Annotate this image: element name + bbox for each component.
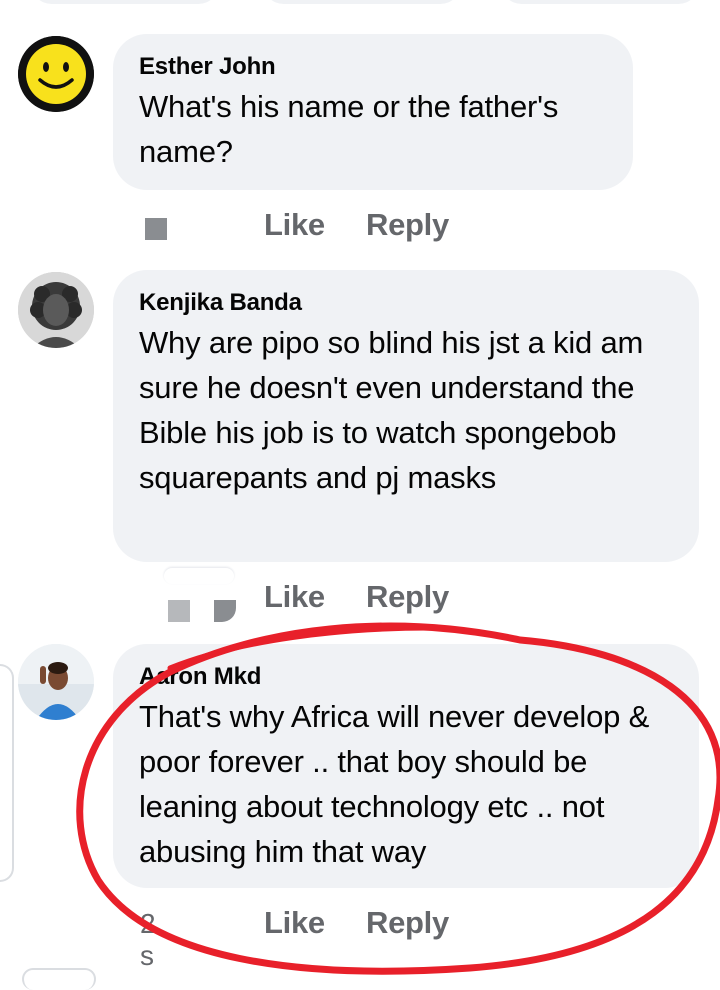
comment-author[interactable]: Kenjika Banda bbox=[139, 288, 675, 318]
avatar-aaron-mkd[interactable] bbox=[18, 644, 94, 720]
avatar-kenjika-banda[interactable] bbox=[18, 272, 94, 348]
reaction-pill bbox=[164, 568, 234, 584]
reply-button[interactable]: Reply bbox=[366, 207, 449, 243]
comment-bubble: Kenjika Banda Why are pipo so blind his … bbox=[113, 270, 699, 562]
like-button[interactable]: Like bbox=[264, 905, 325, 941]
reply-button[interactable]: Reply bbox=[366, 579, 449, 615]
profile-photo bbox=[18, 272, 94, 348]
reaction-placeholder-icon bbox=[168, 600, 190, 622]
previous-bubble-edge bbox=[30, 0, 220, 4]
comment-text: That's why Africa will never develop & p… bbox=[139, 699, 650, 869]
like-button[interactable]: Like bbox=[264, 579, 325, 615]
reaction-placeholder-icon bbox=[145, 218, 167, 240]
avatar-esther-john[interactable] bbox=[18, 36, 94, 112]
comment-text: Why are pipo so blind his jst a kid am s… bbox=[139, 325, 644, 495]
comment-text: What's his name or the father's name? bbox=[139, 89, 559, 169]
reply-button[interactable]: Reply bbox=[366, 905, 449, 941]
smiley-face-icon bbox=[18, 36, 94, 112]
comment-author[interactable]: Esther John bbox=[139, 52, 609, 82]
comment-author[interactable]: Aaron Mkd bbox=[139, 662, 675, 692]
comment-bubble: Aaron Mkd That's why Africa will never d… bbox=[113, 644, 699, 888]
comment-timestamp[interactable]: 2 s bbox=[140, 908, 156, 972]
reaction-placeholder-icon bbox=[214, 600, 236, 622]
comment-bubble: Esther John What's his name or the fathe… bbox=[113, 34, 633, 190]
attached-card-edge bbox=[0, 664, 14, 882]
next-avatar-edge bbox=[22, 968, 96, 990]
previous-bubble-edge bbox=[262, 0, 462, 4]
previous-bubble-edge bbox=[500, 0, 700, 4]
profile-photo bbox=[18, 644, 94, 720]
like-button[interactable]: Like bbox=[264, 207, 325, 243]
